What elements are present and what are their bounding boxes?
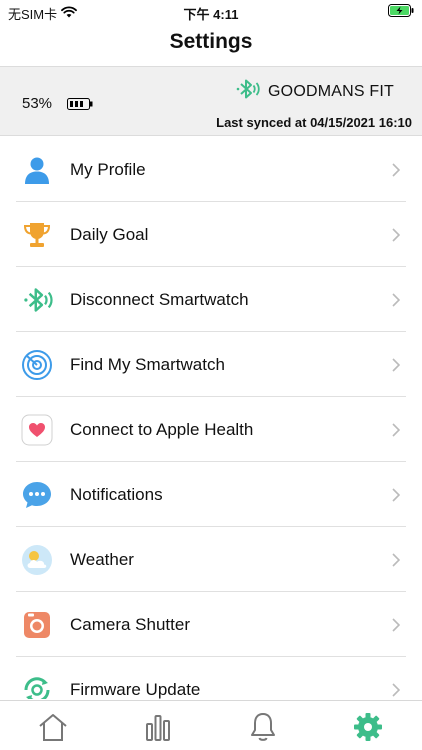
page-title: Settings: [169, 30, 253, 53]
menu-item-label: Connect to Apple Health: [70, 419, 254, 439]
last-synced-text: Last synced at 04/15/2021 16:10: [216, 115, 412, 130]
device-status-panel: 53% GOODMANS FIT Last synced at 04/15/20…: [0, 66, 422, 136]
menu-item-disconnect-smartwatch[interactable]: Disconnect Smartwatch: [0, 267, 422, 332]
chevron-right-icon: [392, 358, 401, 377]
settings-icon[interactable]: [351, 710, 385, 744]
status-bar: 无SIM卡 下午 4:11: [0, 0, 422, 24]
menu-item-firmware-update[interactable]: Firmware Update: [0, 657, 422, 699]
chevron-right-icon: [392, 618, 401, 637]
menu-item-daily-goal[interactable]: Daily Goal: [0, 202, 422, 267]
firmware-update-icon: [20, 673, 54, 699]
menu-item-label: Weather: [70, 549, 134, 569]
menu-item-find-smartwatch[interactable]: Find My Smartwatch: [0, 332, 422, 397]
menu-item-label: Firmware Update: [70, 679, 201, 699]
menu-item-label: Daily Goal: [70, 224, 149, 244]
chevron-right-icon: [392, 683, 401, 699]
status-time: 下午 4:11: [183, 7, 239, 22]
profile-icon: [20, 153, 54, 187]
watch-battery-percent: 53%: [22, 95, 53, 112]
menu-item-label: Camera Shutter: [70, 614, 190, 634]
chevron-right-icon: [392, 293, 401, 312]
chevron-right-icon: [392, 488, 401, 507]
home-icon[interactable]: [36, 710, 70, 744]
tab-bar: [0, 700, 422, 750]
bluetooth-icon: [20, 283, 54, 317]
weather-icon: [20, 543, 54, 577]
menu-item-weather[interactable]: Weather: [0, 527, 422, 592]
radar-icon: [20, 348, 54, 382]
menu-item-camera-shutter[interactable]: Camera Shutter: [0, 592, 422, 657]
settings-menu: My Profile Daily Goal Disconnect Smartwa…: [0, 137, 422, 699]
chevron-right-icon: [392, 228, 401, 247]
device-row: GOODMANS FIT: [234, 76, 394, 107]
trophy-icon: [20, 218, 54, 252]
camera-icon: [20, 608, 54, 642]
bluetooth-icon: [234, 76, 260, 107]
device-name: GOODMANS FIT: [268, 82, 394, 100]
chevron-right-icon: [392, 163, 401, 182]
menu-item-notifications[interactable]: Notifications: [0, 462, 422, 527]
menu-item-label: Find My Smartwatch: [70, 354, 225, 374]
notifications-icon[interactable]: [246, 710, 280, 744]
watch-battery-icon: [67, 97, 93, 115]
menu-item-label: Disconnect Smartwatch: [70, 289, 249, 309]
menu-item-label: My Profile: [70, 159, 146, 179]
menu-item-apple-health[interactable]: Connect to Apple Health: [0, 397, 422, 462]
chat-bubble-icon: [20, 478, 54, 512]
chevron-right-icon: [392, 553, 401, 572]
menu-item-label: Notifications: [70, 484, 163, 504]
health-heart-icon: [20, 413, 54, 447]
battery-charging-icon: [388, 4, 414, 20]
stats-icon[interactable]: [141, 710, 175, 744]
chevron-right-icon: [392, 423, 401, 442]
menu-item-my-profile[interactable]: My Profile: [0, 137, 422, 202]
